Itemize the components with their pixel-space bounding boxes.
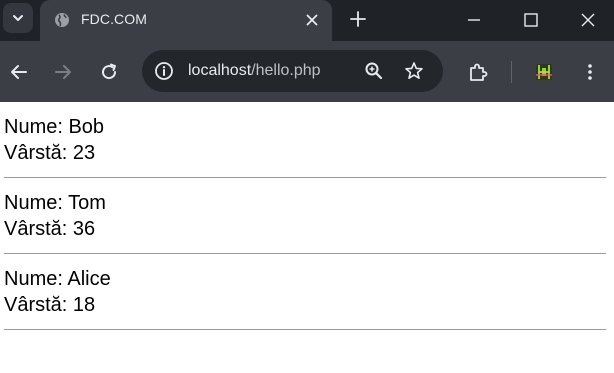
url-text[interactable]: localhost/hello.php: [188, 62, 321, 80]
browser-toolbar: localhost/hello.php: [0, 41, 614, 102]
plus-icon[interactable]: [348, 9, 368, 29]
page-content: Nume: Bob Vârstă: 23 Nume: Tom Vârstă: 3…: [0, 102, 614, 330]
tab-search-button[interactable]: [3, 3, 33, 33]
url-host: localhost: [188, 62, 252, 79]
url-path: /hello.php: [251, 62, 321, 79]
globe-icon: [55, 13, 69, 27]
star-icon[interactable]: [404, 61, 424, 81]
info-icon[interactable]: [154, 61, 174, 81]
chevron-down-icon: [13, 15, 23, 21]
person-age: Vârstă: 18: [4, 294, 96, 316]
kebab-menu-icon[interactable]: [579, 61, 601, 83]
person-record: Nume: Bob Vârstă: 23: [0, 102, 614, 166]
address-bar[interactable]: localhost/hello.php: [142, 50, 443, 92]
person-age: Vârstă: 36: [4, 218, 96, 240]
back-arrow-icon[interactable]: [8, 61, 30, 83]
record-divider: [4, 329, 606, 330]
reload-icon[interactable]: [98, 61, 120, 83]
active-tab[interactable]: FDC.COM: [40, 0, 332, 41]
person-record: Nume: Alice Vârstă: 18: [0, 254, 614, 318]
maximize-icon[interactable]: [519, 8, 543, 32]
toolbar-divider: [511, 61, 512, 83]
person-name: Nume: Bob: [4, 116, 105, 138]
person-age: Vârstă: 23: [4, 142, 96, 164]
forward-arrow-icon[interactable]: [52, 61, 74, 83]
minimize-icon[interactable]: [462, 8, 486, 32]
zoom-icon[interactable]: [364, 61, 384, 81]
person-name: Nume: Tom: [4, 192, 106, 214]
puzzle-icon[interactable]: [467, 61, 489, 83]
close-icon[interactable]: [304, 12, 320, 28]
person-record: Nume: Tom Vârstă: 36: [0, 178, 614, 242]
person-name: Nume: Alice: [4, 268, 111, 290]
window-close-icon[interactable]: [576, 8, 600, 32]
tab-title: FDC.COM: [81, 11, 148, 27]
extension-icon[interactable]: [533, 61, 555, 83]
tab-strip: FDC.COM: [0, 0, 614, 41]
